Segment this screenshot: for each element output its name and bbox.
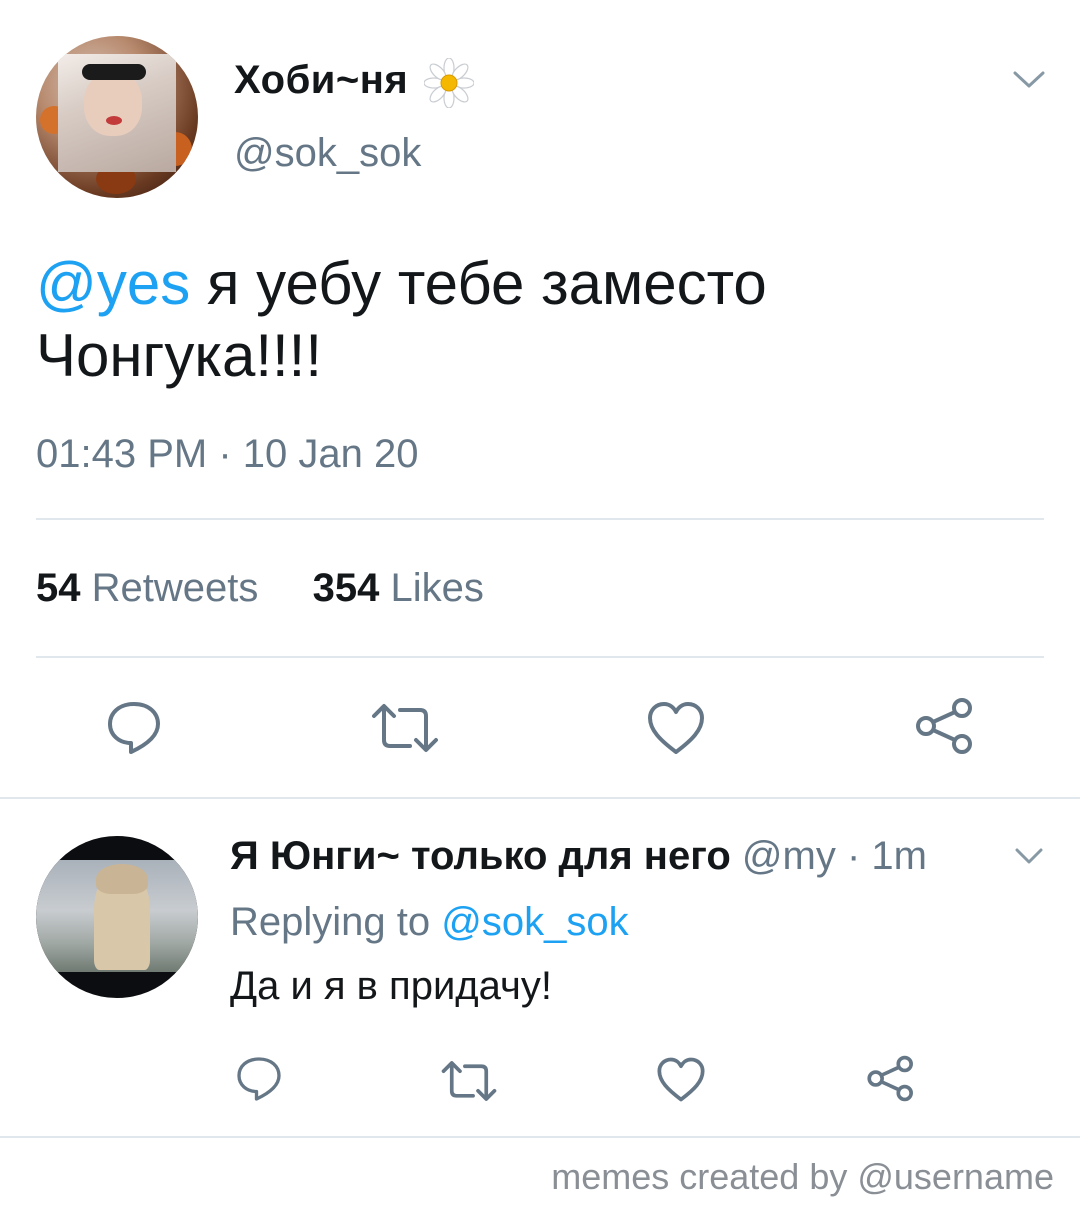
chevron-down-icon[interactable]: [1012, 842, 1046, 870]
likes-count: 354: [312, 566, 380, 610]
divider: [36, 656, 1044, 658]
daisy-icon: [424, 58, 474, 108]
divider: [0, 797, 1080, 799]
avatar-hair: [96, 864, 148, 894]
avatar-headband: [82, 64, 146, 80]
tweet-timestamp[interactable]: 01:43 PM · 10 Jan 20: [36, 432, 418, 477]
chevron-down-icon[interactable]: [1010, 64, 1048, 94]
author-display-name[interactable]: Хоби~ня: [234, 58, 408, 103]
retweets-stat[interactable]: 54 Retweets: [36, 566, 258, 610]
share-icon[interactable]: [866, 1054, 916, 1103]
reply-author-avatar[interactable]: [36, 836, 198, 998]
reply-author-handle[interactable]: @my: [742, 834, 836, 878]
comment-icon[interactable]: [234, 1054, 284, 1104]
heart-icon[interactable]: [656, 1056, 706, 1103]
heart-icon[interactable]: [646, 700, 706, 756]
likes-stat[interactable]: 354 Likes: [313, 566, 484, 610]
reply-author-display-name[interactable]: Я Юнги~ только для него: [230, 834, 731, 878]
retweets-label: Retweets: [91, 566, 259, 610]
avatar-lips: [106, 116, 122, 125]
divider: [0, 1136, 1080, 1138]
retweets-count: 54: [36, 566, 81, 610]
tweet-stats: 54 Retweets 354 Likes: [36, 566, 484, 611]
share-icon[interactable]: [914, 696, 976, 756]
avatar-face: [84, 72, 142, 136]
comment-icon[interactable]: [104, 698, 164, 758]
tweet-text: @yes я уебу тебе заместо Чонгука!!!!: [36, 248, 1046, 392]
reply-header: Я Юнги~ только для него @my · 1m: [230, 834, 927, 879]
author-handle[interactable]: @sok_sok: [234, 131, 421, 176]
replying-to-link[interactable]: @sok_sok: [441, 900, 628, 944]
divider: [36, 518, 1044, 520]
retweet-icon[interactable]: [370, 700, 440, 756]
watermark-text: memes created by @username: [551, 1156, 1054, 1197]
likes-label: Likes: [390, 566, 484, 610]
mention-link[interactable]: @yes: [36, 250, 190, 317]
reply-text: Да и я в придачу!: [230, 964, 552, 1008]
replying-label: Replying to: [230, 900, 442, 944]
reply-time[interactable]: 1m: [871, 834, 927, 878]
replying-to: Replying to @sok_sok: [230, 900, 629, 945]
retweet-icon[interactable]: [440, 1058, 498, 1104]
reply-separator: ·: [835, 834, 872, 878]
author-avatar[interactable]: [36, 36, 198, 198]
